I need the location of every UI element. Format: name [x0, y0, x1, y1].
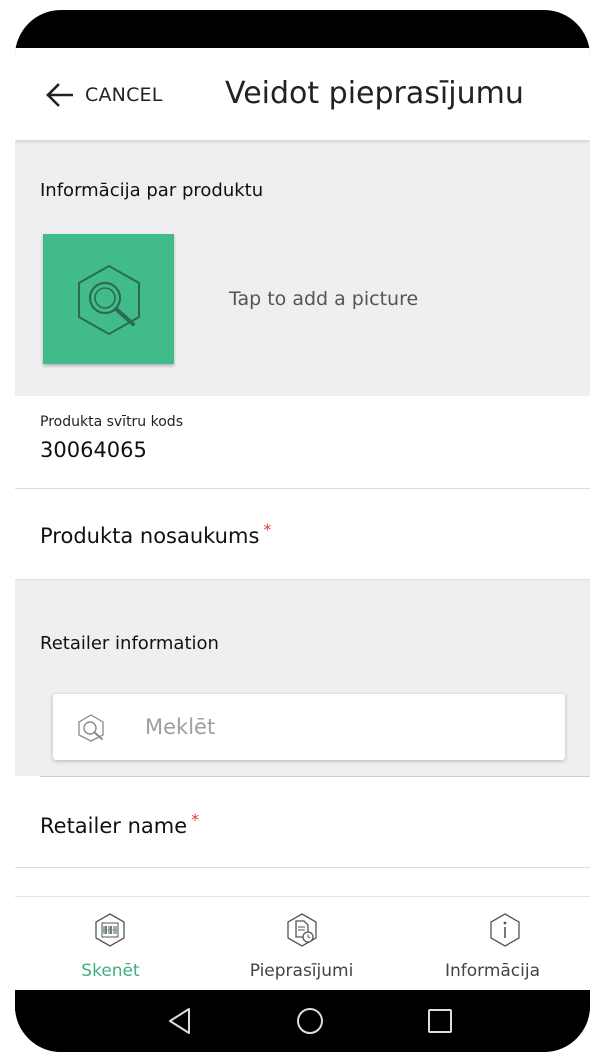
retailer-info-label: Retailer information	[40, 633, 219, 654]
nav-item-info[interactable]: Informācija	[397, 897, 588, 991]
system-navigation-bar	[15, 990, 590, 1052]
required-mark: *	[191, 810, 200, 829]
info-icon	[490, 913, 520, 947]
phone-frame: CANCEL Veidot pieprasījumu Informācija p…	[15, 10, 590, 1052]
add-picture-button[interactable]	[43, 234, 174, 364]
product-name-label: Produkta nosaukums *	[40, 520, 272, 548]
arrow-left-icon[interactable]	[45, 83, 73, 107]
page-title: Veidot pieprasījumu	[225, 76, 524, 111]
barcode-value[interactable]: 30064065	[40, 438, 147, 462]
barcode-label: Produkta svītru kods	[40, 414, 183, 430]
circle-home-icon[interactable]	[293, 1004, 327, 1038]
app-bar: CANCEL Veidot pieprasījumu	[15, 48, 590, 140]
app-screen: CANCEL Veidot pieprasījumu Informācija p…	[15, 48, 590, 991]
nav-item-scan[interactable]: Skenēt	[15, 897, 206, 991]
magnifier-hexagon-icon	[78, 714, 104, 742]
required-mark: *	[263, 520, 272, 539]
retailer-name-label: Retailer name *	[40, 810, 200, 838]
product-name-field[interactable]: Produkta nosaukums *	[15, 489, 590, 580]
nav-label-requests: Pieprasījumi	[249, 961, 354, 981]
magnifier-hexagon-icon	[78, 264, 140, 336]
nav-label-info: Informācija	[444, 961, 541, 981]
retailer-search-input[interactable]: Meklēt	[53, 694, 565, 760]
square-recents-icon[interactable]	[423, 1004, 457, 1038]
search-placeholder: Meklēt	[145, 715, 216, 739]
barcode-field[interactable]: Produkta svītru kods 30064065	[15, 396, 590, 489]
barcode-scan-icon	[95, 913, 125, 947]
nav-item-requests[interactable]: Pieprasījumi	[206, 897, 397, 991]
document-clock-icon	[287, 913, 317, 947]
bottom-navigation: Skenēt Pieprasījumi Informācija	[15, 896, 590, 991]
add-picture-hint[interactable]: Tap to add a picture	[229, 288, 418, 310]
triangle-back-icon[interactable]	[163, 1004, 197, 1038]
cancel-button[interactable]: CANCEL	[85, 84, 163, 106]
nav-label-scan: Skenēt	[81, 961, 140, 981]
product-info-label: Informācija par produktu	[40, 180, 264, 201]
retailer-name-field[interactable]: Retailer name *	[15, 777, 590, 868]
